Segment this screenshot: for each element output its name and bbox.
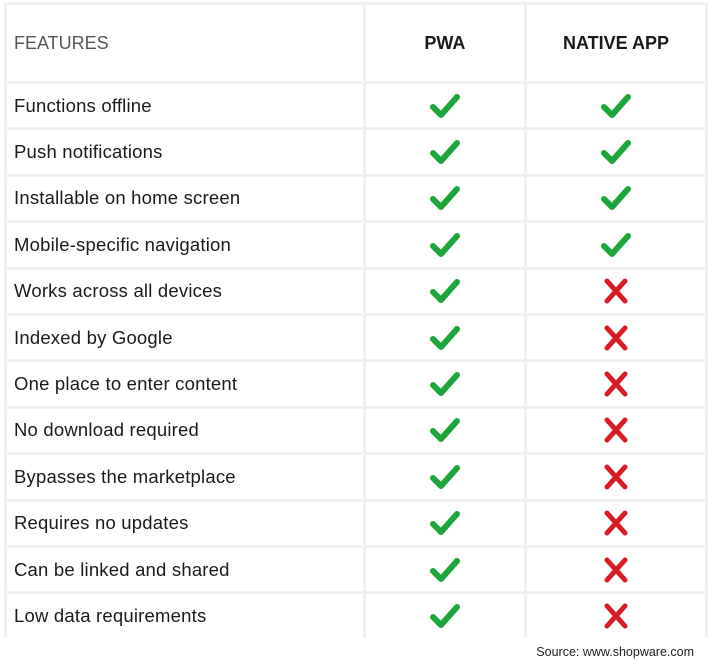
pwa-cell [365, 176, 524, 221]
check-icon [600, 231, 631, 259]
table-row: Low data requirements [7, 594, 705, 638]
check-icon [429, 416, 460, 444]
pwa-cell [365, 269, 524, 313]
table-row: Mobile-specific navigation [7, 223, 705, 267]
feature-label: One place to enter content [7, 362, 363, 406]
cross-icon [601, 324, 631, 352]
cross-icon [601, 277, 631, 305]
cross-icon [601, 602, 631, 630]
source-caption: Source: www.shopware.com [536, 645, 694, 659]
table-row: Bypasses the marketplace [7, 455, 705, 499]
table-row: Requires no updates [7, 501, 705, 545]
native-cell [526, 223, 705, 267]
feature-label: No download required [7, 408, 363, 453]
check-icon [429, 184, 460, 212]
pwa-cell [365, 315, 524, 360]
table-row: Works across all devices [7, 269, 705, 313]
cross-icon [601, 556, 631, 584]
feature-label: Works across all devices [7, 269, 363, 313]
pwa-header: PWA [365, 5, 524, 81]
native-cell [526, 547, 705, 592]
native-cell [526, 362, 705, 406]
pwa-cell [365, 362, 524, 406]
pwa-cell [365, 594, 524, 638]
native-cell [526, 176, 705, 221]
table-row: Can be linked and shared [7, 547, 705, 592]
header-row: FEATURES PWA NATIVE APP [7, 5, 705, 81]
native-cell [526, 130, 705, 174]
check-icon [429, 602, 460, 630]
check-icon [429, 277, 460, 305]
check-icon [600, 92, 631, 120]
check-icon [429, 231, 460, 259]
pwa-cell [365, 130, 524, 174]
check-icon [600, 184, 631, 212]
comparison-table: FEATURES PWA NATIVE APP Functions offlin… [4, 2, 708, 641]
feature-label: Can be linked and shared [7, 547, 363, 592]
table-row: Push notifications [7, 130, 705, 174]
check-icon [429, 370, 460, 398]
feature-label: Functions offline [7, 84, 363, 128]
native-cell [526, 315, 705, 360]
table-row: Indexed by Google [7, 315, 705, 360]
pwa-cell [365, 501, 524, 545]
cross-icon [601, 416, 631, 444]
feature-label: Low data requirements [7, 594, 363, 638]
feature-label: Push notifications [7, 130, 363, 174]
feature-label: Requires no updates [7, 501, 363, 545]
native-cell [526, 269, 705, 313]
check-icon [429, 463, 460, 491]
native-cell [526, 84, 705, 128]
cross-icon [601, 370, 631, 398]
native-app-header: NATIVE APP [526, 5, 705, 81]
native-cell [526, 594, 705, 638]
check-icon [429, 92, 460, 120]
pwa-cell [365, 455, 524, 499]
feature-label: Indexed by Google [7, 315, 363, 360]
check-icon [429, 324, 460, 352]
pwa-cell [365, 84, 524, 128]
pwa-cell [365, 408, 524, 453]
check-icon [429, 138, 460, 166]
native-cell [526, 455, 705, 499]
feature-label: Bypasses the marketplace [7, 455, 363, 499]
table-row: One place to enter content [7, 362, 705, 406]
check-icon [429, 509, 460, 537]
check-icon [429, 556, 460, 584]
table-row: Functions offline [7, 84, 705, 128]
cross-icon [601, 463, 631, 491]
cross-icon [601, 509, 631, 537]
pwa-cell [365, 547, 524, 592]
pwa-cell [365, 223, 524, 267]
check-icon [600, 138, 631, 166]
features-header: FEATURES [7, 5, 363, 81]
feature-label: Installable on home screen [7, 176, 363, 221]
table-row: No download required [7, 408, 705, 453]
native-cell [526, 501, 705, 545]
comparison-table-container: FEATURES PWA NATIVE APP Functions offlin… [4, 2, 708, 638]
feature-label: Mobile-specific navigation [7, 223, 363, 267]
table-row: Installable on home screen [7, 176, 705, 221]
native-cell [526, 408, 705, 453]
